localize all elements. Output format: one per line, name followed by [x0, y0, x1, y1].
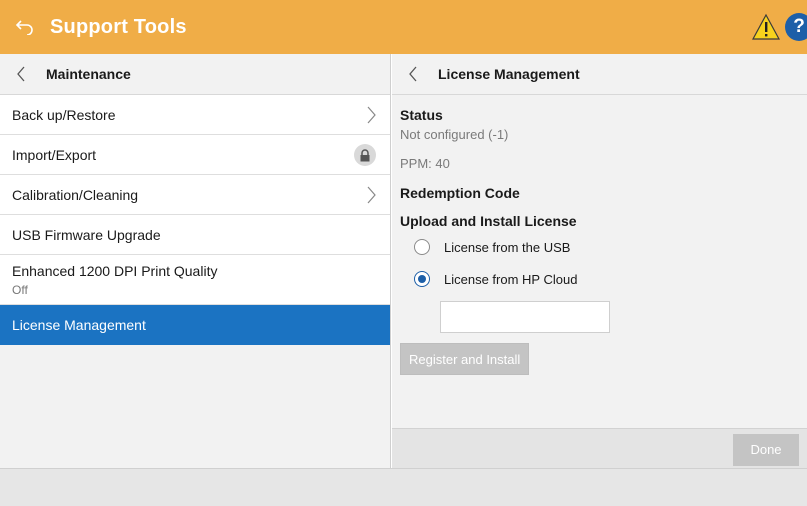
chevron-left-icon[interactable] — [10, 54, 32, 95]
status-title: Status — [400, 107, 443, 123]
radio-button-selected[interactable] — [414, 271, 430, 287]
list-item-label: USB Firmware Upgrade — [12, 226, 161, 243]
chevron-left-icon[interactable] — [402, 54, 424, 95]
list-item-label: License Management — [12, 316, 146, 333]
lock-icon — [354, 144, 376, 166]
list-item-label: Enhanced 1200 DPI Print Quality — [12, 262, 218, 279]
list-item-license-management[interactable]: License Management — [0, 305, 390, 345]
list-item-import-export[interactable]: Import/Export — [0, 135, 390, 175]
warning-icon[interactable] — [751, 13, 781, 41]
right-pane-title: License Management — [438, 66, 580, 82]
help-icon[interactable]: ? — [785, 13, 807, 41]
list-item-usb-firmware-upgrade[interactable]: USB Firmware Upgrade — [0, 215, 390, 255]
list-item-label: Calibration/Cleaning — [12, 186, 139, 203]
upload-install-title: Upload and Install License — [400, 213, 577, 229]
list-item-value: Off — [12, 282, 28, 297]
maintenance-pane: Maintenance Back up/Restore Import/Expor… — [0, 54, 391, 468]
list-item-calibration-cleaning[interactable]: Calibration/Cleaning — [0, 175, 390, 215]
redemption-code-title: Redemption Code — [400, 185, 520, 201]
register-install-button[interactable]: Register and Install — [400, 343, 530, 375]
left-pane-header: Maintenance — [0, 54, 390, 95]
pane-footer: Done — [392, 428, 807, 468]
list-item-enhanced-dpi[interactable]: Enhanced 1200 DPI Print Quality Off — [0, 255, 390, 305]
maintenance-list: Back up/Restore Import/Export Calibratio… — [0, 95, 390, 345]
bottom-bar — [0, 468, 807, 506]
page-title: Support Tools — [50, 15, 187, 38]
radio-label: License from HP Cloud — [444, 271, 578, 287]
radio-license-hp-cloud[interactable]: License from HP Cloud — [414, 263, 807, 295]
chevron-right-icon — [367, 95, 376, 134]
list-item-backup-restore[interactable]: Back up/Restore — [0, 95, 390, 135]
right-pane-header: License Management — [392, 54, 807, 95]
status-value: Not configured (-1) — [400, 127, 509, 142]
ppm-value: PPM: 40 — [400, 156, 450, 171]
left-pane-title: Maintenance — [46, 66, 131, 82]
done-button[interactable]: Done — [733, 434, 799, 466]
list-item-label: Import/Export — [12, 146, 97, 163]
license-management-pane: License Management Status Not configured… — [392, 54, 807, 468]
app-header: Support Tools ? — [0, 0, 807, 54]
chevron-right-icon — [367, 175, 376, 214]
radio-label: License from the USB — [444, 239, 571, 255]
radio-button[interactable] — [414, 239, 430, 255]
list-item-label: Back up/Restore — [12, 106, 116, 123]
radio-license-usb[interactable]: License from the USB — [414, 231, 807, 263]
back-return-icon[interactable] — [14, 16, 36, 38]
license-input-field[interactable] — [440, 301, 610, 333]
